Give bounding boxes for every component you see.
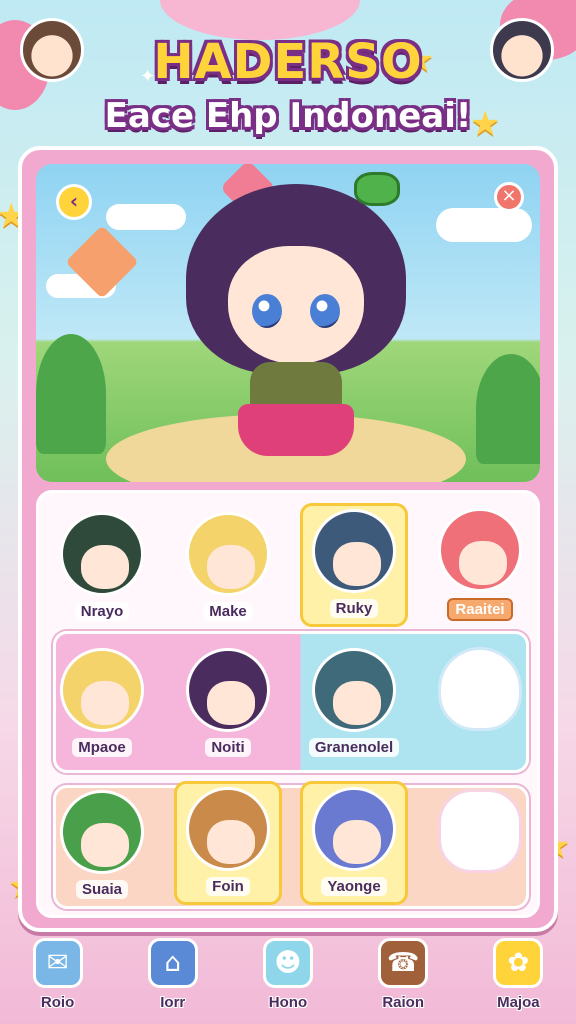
ghost-pet-card[interactable] <box>426 639 534 763</box>
back-button[interactable]: ‹ <box>56 184 92 220</box>
character-portrait <box>60 648 144 732</box>
nav-label: Raion <box>382 994 424 1011</box>
nav-label: Iorr <box>160 994 186 1011</box>
duck-icon: ✿ <box>493 938 544 988</box>
game-title: HADERSO <box>153 34 423 90</box>
character-portrait <box>60 790 144 874</box>
character-card[interactable]: Yaonge <box>300 781 408 905</box>
character-name: Yaonge <box>321 877 387 896</box>
character-card[interactable]: Make <box>174 503 282 627</box>
character-portrait <box>312 787 396 871</box>
character-card[interactable]: Suaia <box>48 781 156 905</box>
character-select-frame: ‹ × Nrayo Make Ruky Raaitei Mpaoe Noiti … <box>18 146 558 932</box>
character-name: Granenolel <box>308 738 400 757</box>
character-name: Suaia <box>75 880 129 899</box>
nav-item-raion[interactable]: ☎ Raion <box>353 938 453 1011</box>
character-name: Make <box>203 602 253 621</box>
character-card[interactable]: Ruky <box>300 503 408 627</box>
bow-icon <box>354 172 400 206</box>
character-face <box>228 246 364 364</box>
close-button[interactable]: × <box>494 182 524 212</box>
character-name: Ruky <box>329 599 379 618</box>
game-subtitle: Eace Ehp Indoneai! <box>104 96 472 136</box>
nav-item-hono[interactable]: ☻ Hono <box>238 938 338 1011</box>
home-icon: ⌂ <box>147 938 198 988</box>
character-eye-left <box>252 294 282 328</box>
character-portrait <box>186 787 270 871</box>
roster-row-1: Nrayo Make Ruky Raaitei <box>39 499 543 631</box>
character-name: Raaitei <box>447 598 513 621</box>
character-portrait <box>60 512 144 596</box>
character-card[interactable]: Raaitei <box>426 503 534 627</box>
nav-item-iorr[interactable]: ⌂ Iorr <box>123 938 223 1011</box>
character-roster: Nrayo Make Ruky Raaitei Mpaoe Noiti Gran… <box>36 490 540 918</box>
pet-icon: ☻ <box>262 938 313 988</box>
character-name: Mpaoe <box>72 738 132 757</box>
character-preview-scene: ‹ × <box>36 164 540 482</box>
character-name: Foin <box>206 877 250 896</box>
cloud-pet-icon <box>438 789 522 873</box>
cloud-decoration <box>106 204 186 230</box>
character-card[interactable]: Granenolel <box>300 639 408 763</box>
nav-label: Hono <box>268 994 308 1011</box>
character-portrait <box>312 509 396 593</box>
character-name: Noiti <box>205 738 251 757</box>
cloud-pet-card[interactable] <box>426 781 534 905</box>
character-portrait <box>186 648 270 732</box>
nav-item-majoa[interactable]: ✿ Majoa <box>468 938 568 1011</box>
phone-icon: ☎ <box>378 938 429 988</box>
featured-character[interactable] <box>176 164 416 480</box>
gift-icon: ✉ <box>32 938 83 988</box>
character-portrait <box>438 508 522 592</box>
tree-decoration <box>36 334 106 454</box>
nav-label: Majoa <box>497 994 540 1011</box>
cloud-decoration <box>436 208 532 242</box>
character-card[interactable]: Noiti <box>174 639 282 763</box>
ghost-pet-icon <box>438 647 522 731</box>
roster-row-3: Suaia Foin Yaonge <box>39 777 543 909</box>
character-card[interactable]: Foin <box>174 781 282 905</box>
character-card[interactable]: Mpaoe <box>48 639 156 763</box>
character-card[interactable]: Nrayo <box>48 503 156 627</box>
character-portrait <box>312 648 396 732</box>
nav-label: Roio <box>40 994 75 1011</box>
character-portrait <box>186 512 270 596</box>
character-name: Nrayo <box>74 602 130 621</box>
tree-decoration <box>476 354 540 464</box>
character-eye-right <box>310 294 340 328</box>
nav-item-roio[interactable]: ✉ Roio <box>8 938 108 1011</box>
bottom-nav: ✉ Roio ⌂ Iorr ☻ Hono ☎ Raion ✿ Majoa <box>0 938 576 1024</box>
character-skirt <box>238 404 354 456</box>
roster-row-2: Mpaoe Noiti Granenolel <box>39 635 543 767</box>
